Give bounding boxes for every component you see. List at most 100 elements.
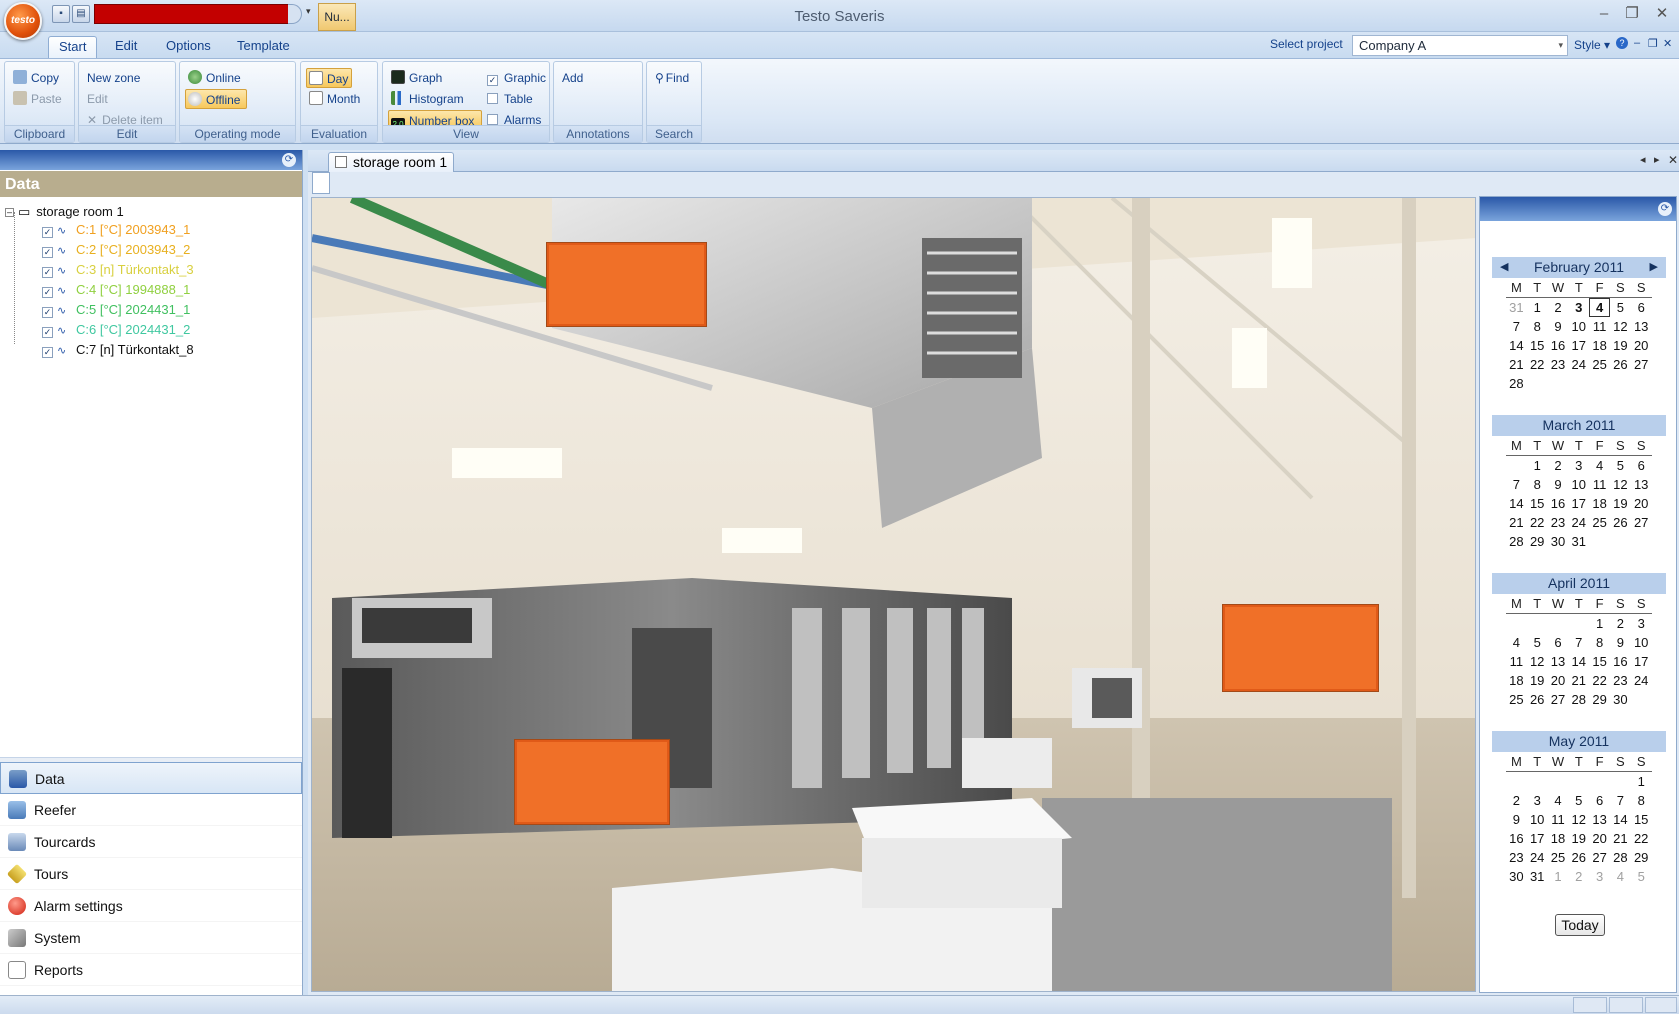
calendar-day[interactable]: 23	[1506, 848, 1527, 867]
calendar-day[interactable]: 17	[1631, 652, 1652, 671]
calendar-day[interactable]: 10	[1568, 317, 1589, 336]
channel-checkbox[interactable]: ✓	[42, 307, 53, 318]
calendar-day[interactable]: 22	[1527, 355, 1548, 374]
calendar-day[interactable]: 18	[1548, 829, 1569, 848]
calendar-day[interactable]: 3	[1568, 456, 1589, 475]
calendar-day[interactable]: 3	[1527, 791, 1548, 810]
find-button[interactable]: ⚲ Find	[653, 68, 689, 88]
calendar-day[interactable]: 16	[1548, 336, 1569, 355]
day-button[interactable]: Day	[306, 68, 352, 88]
calendar-day[interactable]: 15	[1527, 336, 1548, 355]
calendar-day[interactable]: 22	[1589, 671, 1610, 690]
calendar-day[interactable]: 8	[1527, 475, 1548, 494]
calendar-day[interactable]: 23	[1548, 355, 1569, 374]
channel-item[interactable]: ✓ ∿ C:1 [°C] 2003943_1	[42, 222, 190, 238]
calendar-day[interactable]: 8	[1631, 791, 1652, 810]
calendar-day[interactable]: 21	[1506, 513, 1527, 532]
calendar-day[interactable]: 27	[1589, 848, 1610, 867]
calendar-day[interactable]: 2	[1568, 867, 1589, 886]
channel-item[interactable]: ✓ ∿ C:7 [n] Türkontakt_8	[42, 342, 194, 358]
calendar-day[interactable]: 20	[1589, 829, 1610, 848]
calendar-day[interactable]: 14	[1568, 652, 1589, 671]
calendar-day[interactable]: 26	[1527, 690, 1548, 709]
calendar-day[interactable]: 31	[1527, 867, 1548, 886]
calendar-day[interactable]: 11	[1506, 652, 1527, 671]
add-annotation-button[interactable]: Add	[560, 68, 583, 88]
project-select[interactable]: Company A ▾	[1352, 35, 1568, 56]
calendar-day[interactable]: 9	[1610, 633, 1631, 652]
nav-reefer[interactable]: Reefer	[0, 794, 302, 826]
calendar-day[interactable]: 9	[1548, 475, 1569, 494]
calendar-day[interactable]: 14	[1610, 810, 1631, 829]
calendar-day[interactable]: 4	[1506, 633, 1527, 652]
calendar-day[interactable]: 25	[1548, 848, 1569, 867]
calendar-day[interactable]: 6	[1631, 456, 1652, 475]
calendar-day[interactable]: 11	[1589, 475, 1610, 494]
calendar-day[interactable]: 31	[1568, 532, 1589, 551]
channel-item[interactable]: ✓ ∿ C:5 [°C] 2024431_1	[42, 302, 190, 318]
pin-icon[interactable]: ⟳	[1658, 202, 1672, 216]
calendar-day[interactable]: 27	[1548, 690, 1569, 709]
restore-icon[interactable]: ❐	[1621, 4, 1643, 24]
calendar-day[interactable]: 5	[1610, 456, 1631, 475]
calendar-day[interactable]: 23	[1548, 513, 1569, 532]
calendar-day[interactable]: 27	[1631, 513, 1652, 532]
calendar-day[interactable]: 13	[1631, 317, 1652, 336]
calendar-day[interactable]: 17	[1527, 829, 1548, 848]
calendar-day[interactable]: 1	[1527, 298, 1548, 317]
table-checkbox[interactable]: Table	[485, 89, 533, 109]
minimize-icon[interactable]: –	[1593, 4, 1615, 24]
tab-start[interactable]: Start	[48, 36, 98, 58]
testo-logo[interactable]: testo	[4, 2, 42, 40]
calendar-day[interactable]: 9	[1548, 317, 1569, 336]
calendar-day[interactable]: 30	[1548, 532, 1569, 551]
channel-checkbox[interactable]: ✓	[42, 287, 53, 298]
calendar-day[interactable]: 18	[1589, 336, 1610, 355]
calendar-day[interactable]: 26	[1568, 848, 1589, 867]
calendar-day[interactable]: 29	[1589, 690, 1610, 709]
calendar-day[interactable]: 2	[1610, 614, 1631, 633]
tab-edit[interactable]: Edit	[105, 36, 147, 58]
online-button[interactable]: Online	[186, 68, 241, 88]
calendar-day[interactable]: 5	[1568, 791, 1589, 810]
calendar-day[interactable]: 5	[1527, 633, 1548, 652]
calendar-day[interactable]: 25	[1589, 355, 1610, 374]
calendar-day[interactable]: 7	[1568, 633, 1589, 652]
calendar-day[interactable]: 13	[1548, 652, 1569, 671]
number-box-2[interactable]	[1223, 605, 1378, 691]
calendar-day[interactable]: 2	[1506, 791, 1527, 810]
channel-item[interactable]: ✓ ∿ C:2 [°C] 2003943_2	[42, 242, 190, 258]
calendar-day[interactable]: 16	[1610, 652, 1631, 671]
calendar-day[interactable]: 24	[1568, 513, 1589, 532]
calendar-day[interactable]: 19	[1610, 336, 1631, 355]
channel-checkbox[interactable]: ✓	[42, 247, 53, 258]
calendar-day[interactable]: 18	[1506, 671, 1527, 690]
calendar-day[interactable]: 21	[1610, 829, 1631, 848]
calendar-day[interactable]: 10	[1527, 810, 1548, 829]
calendar-day[interactable]: 8	[1527, 317, 1548, 336]
sub-tab[interactable]	[312, 172, 330, 194]
calendar-day[interactable]: 24	[1568, 355, 1589, 374]
calendar-day[interactable]: 20	[1631, 494, 1652, 513]
tab-options[interactable]: Options	[156, 36, 221, 58]
calendar-day[interactable]: 19	[1527, 671, 1548, 690]
calendar-day[interactable]: 1	[1527, 456, 1548, 475]
calendar-day[interactable]: 19	[1568, 829, 1589, 848]
channel-item[interactable]: ✓ ∿ C:6 [°C] 2024431_2	[42, 322, 190, 338]
calendar-day[interactable]: 1	[1589, 614, 1610, 633]
calendar-day[interactable]: 2	[1548, 456, 1569, 475]
calendar-day[interactable]: 3	[1589, 867, 1610, 886]
nav-reports[interactable]: Reports	[0, 954, 302, 986]
edit-button[interactable]: Edit	[85, 89, 108, 109]
calendar-day[interactable]: 25	[1506, 690, 1527, 709]
calendar-day[interactable]: 14	[1506, 494, 1527, 513]
channel-checkbox[interactable]: ✓	[42, 267, 53, 278]
calendar-day[interactable]: 1	[1548, 867, 1569, 886]
calendar-day[interactable]: 12	[1610, 475, 1631, 494]
copy-button[interactable]: Copy	[11, 68, 59, 88]
ribbon-minimize-icon[interactable]: –	[1634, 37, 1640, 49]
calendar-day[interactable]: 12	[1527, 652, 1548, 671]
calendar-day[interactable]: 4	[1610, 867, 1631, 886]
calendar-day[interactable]: 19	[1610, 494, 1631, 513]
style-menu[interactable]: Style ▾	[1574, 38, 1610, 52]
